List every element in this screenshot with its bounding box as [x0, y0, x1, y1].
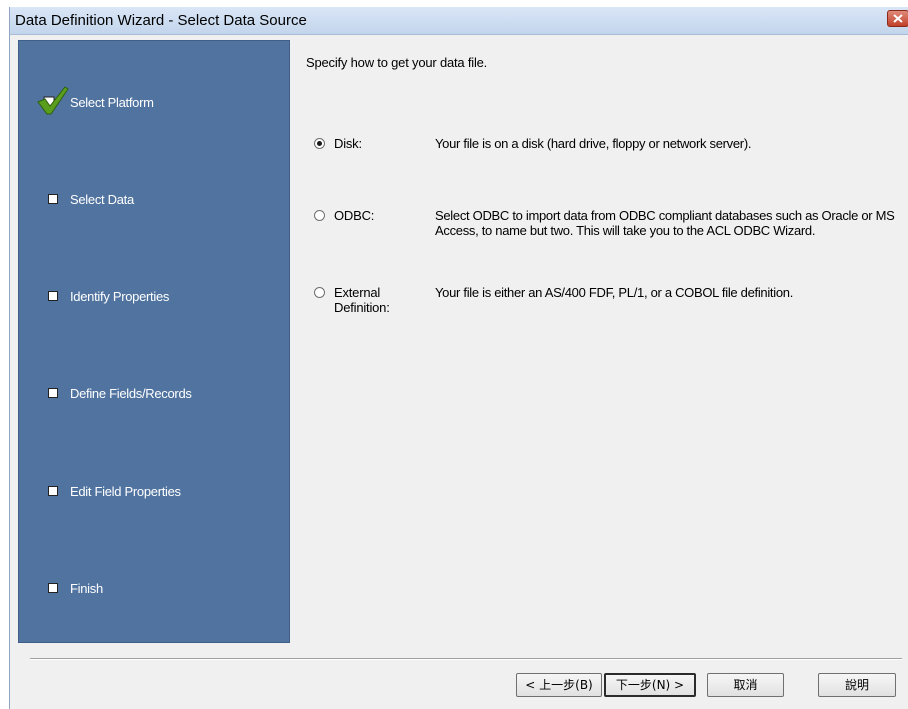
step-finish: Finish — [19, 580, 289, 600]
step-identify-properties: Identify Properties — [19, 288, 289, 308]
odbc-option-label[interactable]: ODBC: — [334, 208, 414, 223]
help-button[interactable]: 說明 — [818, 673, 896, 697]
checkbox-icon — [48, 486, 58, 496]
odbc-option-description: Select ODBC to import data from ODBC com… — [435, 208, 895, 238]
external-definition-option-label[interactable]: External Definition: — [334, 285, 404, 315]
window-title: Data Definition Wizard - Select Data Sou… — [15, 12, 307, 29]
steps-panel: Select Platform Select Data Identify Pro… — [18, 40, 290, 643]
close-icon — [893, 14, 903, 23]
disk-option-description: Your file is on a disk (hard drive, flop… — [435, 136, 752, 151]
step-label: Select Data — [70, 192, 134, 207]
close-button[interactable] — [887, 10, 908, 27]
radio-selected-dot — [317, 141, 322, 146]
checkbox-icon — [48, 194, 58, 204]
title-bar: Data Definition Wizard - Select Data Sou… — [10, 7, 908, 35]
footer-separator — [30, 658, 902, 660]
disk-option-label[interactable]: Disk: — [334, 136, 414, 151]
back-button[interactable]: < 上一步(B) — [516, 673, 602, 697]
step-edit-field-properties: Edit Field Properties — [19, 483, 289, 503]
checkbox-icon — [48, 583, 58, 593]
step-select-platform: Select Platform — [19, 86, 289, 115]
step-label: Finish — [70, 581, 103, 596]
checkbox-icon — [48, 291, 58, 301]
step-select-data: Select Data — [19, 191, 289, 211]
step-label: Identify Properties — [70, 289, 170, 304]
odbc-radio[interactable] — [314, 210, 325, 221]
checkbox-icon — [48, 388, 58, 398]
next-button[interactable]: 下一步(N) > — [604, 673, 696, 697]
external-definition-radio[interactable] — [314, 287, 325, 298]
disk-radio[interactable] — [314, 138, 325, 149]
external-definition-option-description: Your file is either an AS/400 FDF, PL/1,… — [435, 285, 794, 300]
step-define-fields-records: Define Fields/Records — [19, 385, 289, 405]
cancel-button[interactable]: 取消 — [707, 673, 784, 697]
step-label: Define Fields/Records — [70, 386, 192, 401]
step-label: Edit Field Properties — [70, 484, 181, 499]
checkmark-icon — [37, 86, 69, 115]
step-label: Select Platform — [70, 95, 154, 110]
page-prompt: Specify how to get your data file. — [306, 55, 488, 70]
